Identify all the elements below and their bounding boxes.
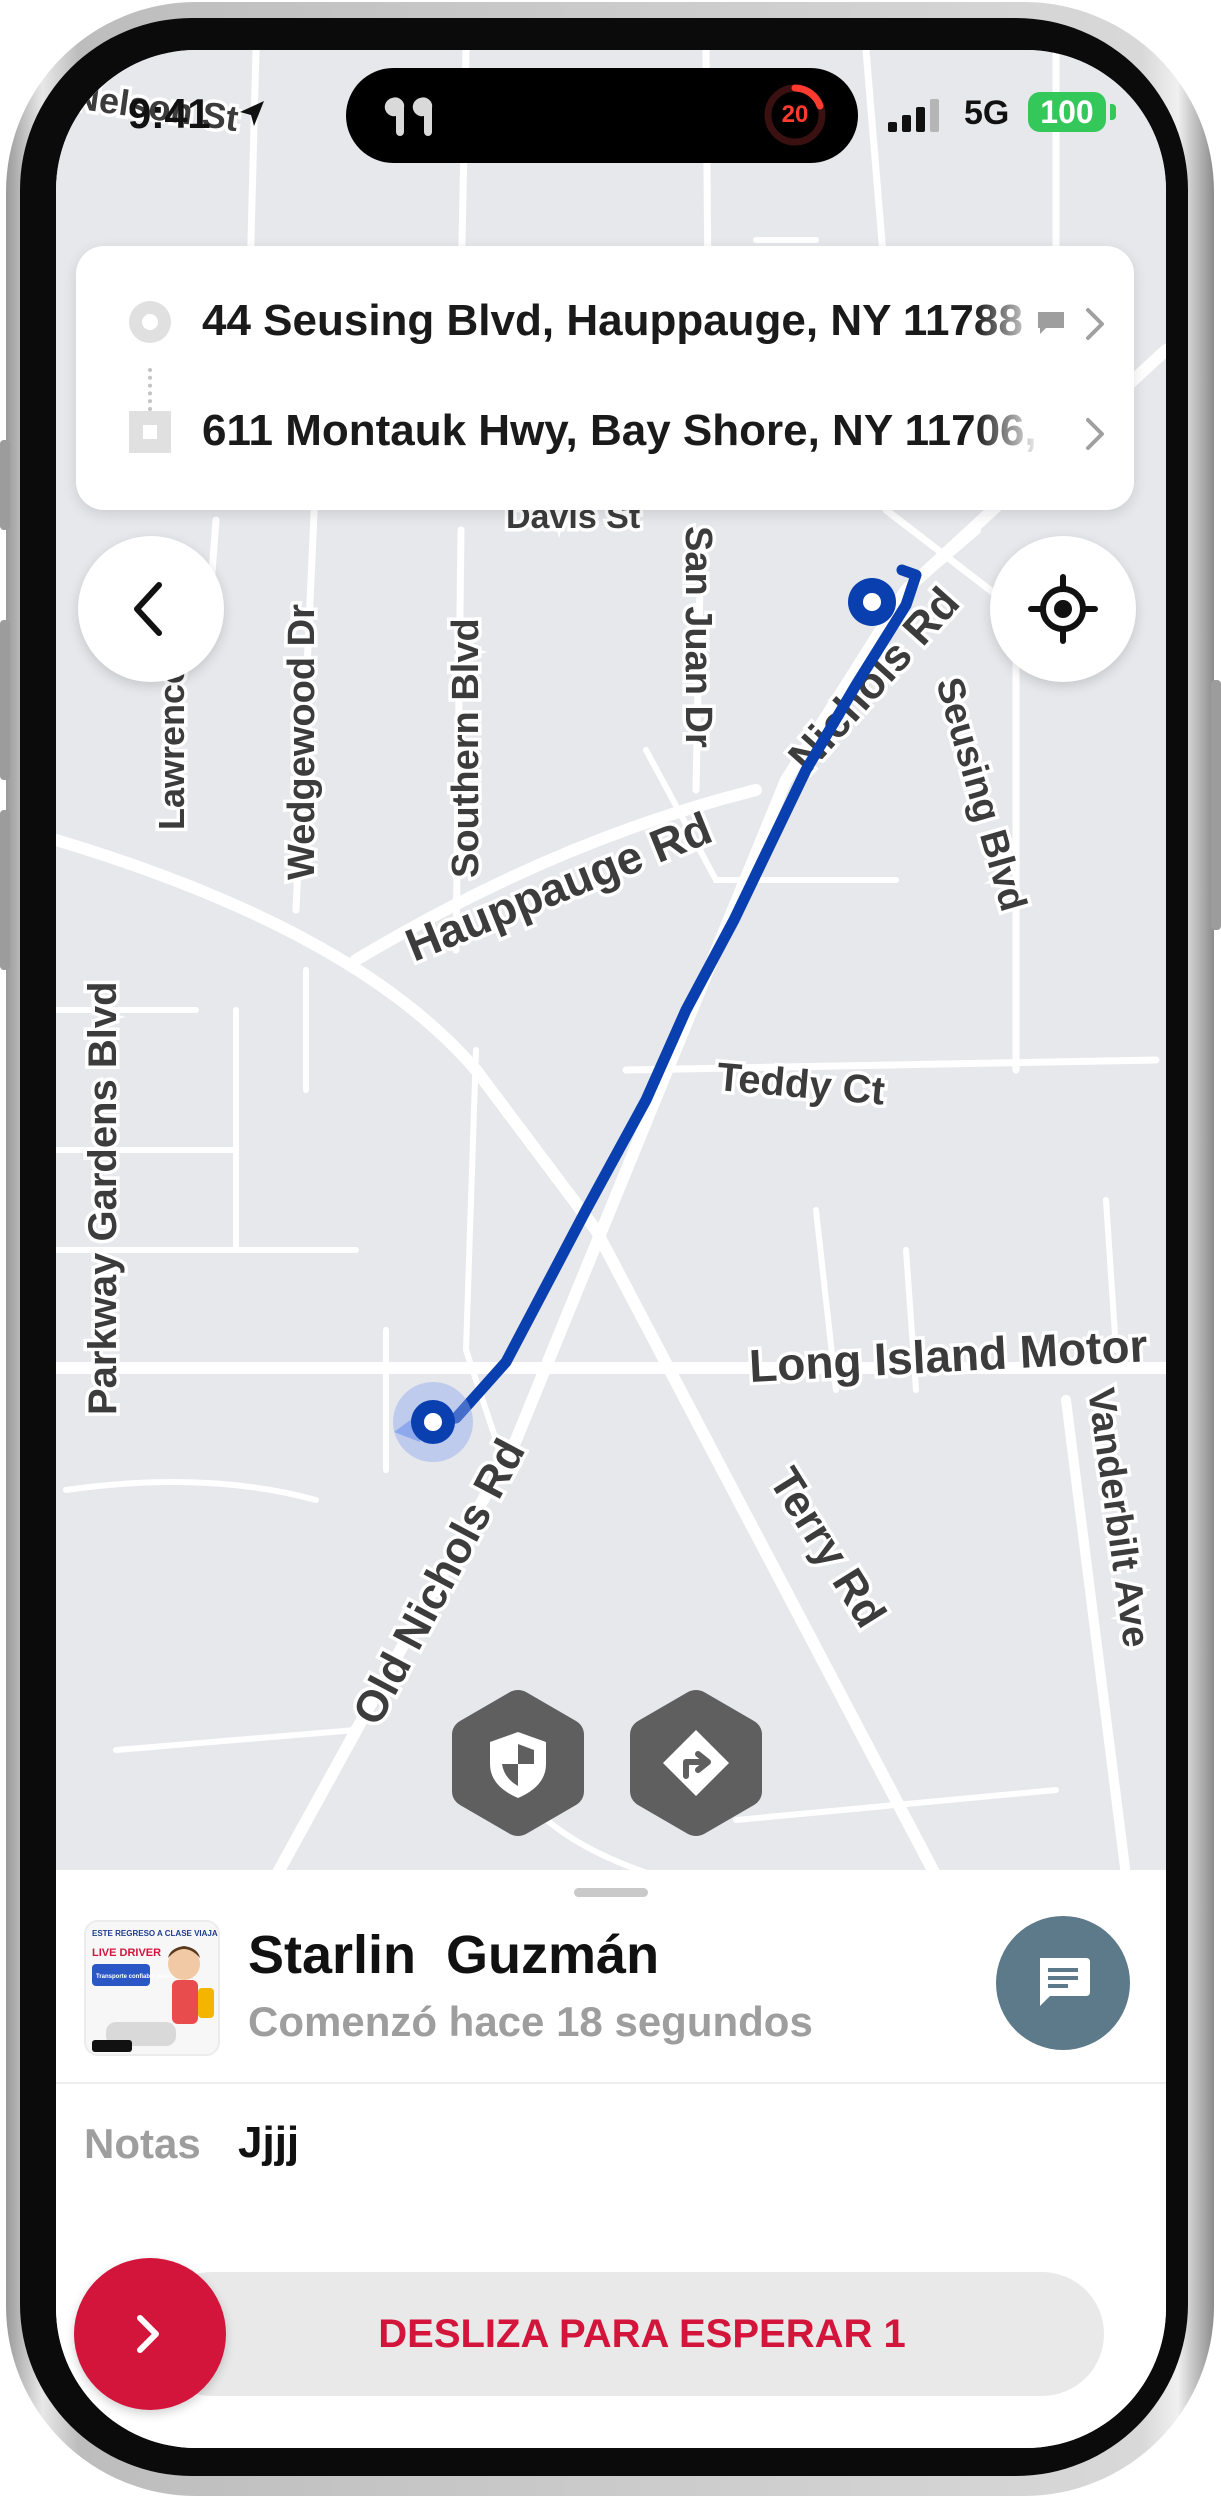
- chevron-right-icon: [137, 2315, 159, 2353]
- note-icon: [1038, 312, 1064, 334]
- slide-to-wait-label: DESLIZA PARA ESPERAR 1: [378, 2312, 906, 2356]
- phone-side-button: [0, 440, 10, 530]
- phone-power-button: [1211, 680, 1221, 930]
- street-label-terry: Terry Rd: [760, 1459, 896, 1636]
- chat-bubble-icon: [1040, 1958, 1090, 2006]
- street-label-parkway: Parkway Gardens Blvd: [81, 981, 125, 1415]
- pickup-pin-center: [863, 593, 881, 611]
- location-arrow-icon: [240, 101, 264, 126]
- screen: Nelson St Davis St Lawrence Wedgewood Dr…: [56, 50, 1166, 2448]
- dynamic-island[interactable]: 20: [346, 68, 858, 163]
- battery-tip: [1110, 104, 1116, 120]
- rider-name: Starlin Guzmán: [248, 1925, 660, 1985]
- avatar-promo-brand: LIVE DRIVER: [92, 1947, 161, 1959]
- status-time: 9:41: [128, 90, 211, 137]
- battery-indicator: 100: [1028, 92, 1106, 132]
- crosshair-icon: [1028, 574, 1098, 644]
- avatar-promo-headline: ESTE REGRESO A CLASE VIAJA CON: [92, 1929, 220, 1938]
- street-label-lawrence: Lawrence: [151, 664, 192, 830]
- activity-ring-value: 20: [781, 101, 809, 128]
- slide-to-wait-handle[interactable]: [74, 2258, 226, 2410]
- chevron-right-icon: [1086, 308, 1104, 340]
- route-line: [425, 564, 922, 1428]
- avatar-promo-image: ESTE REGRESO A CLASE VIAJA CON LIVE DRIV…: [86, 1922, 220, 2054]
- rider-avatar: ESTE REGRESO A CLASE VIAJA CON LIVE DRIV…: [84, 1920, 220, 2056]
- phone-volume-down: [0, 810, 10, 970]
- notes-label: Notas: [84, 2120, 201, 2167]
- airpods-icon: [384, 97, 433, 136]
- chevron-right-icon: [1086, 418, 1104, 450]
- safety-toolkit-button[interactable]: [450, 1688, 586, 1838]
- street-label-wedgewood: Wedgewood Dr: [281, 604, 323, 880]
- origin-circle-icon: [129, 301, 171, 343]
- street-label-lime: Long Island Motor: [748, 1319, 1149, 1392]
- street-label-san-juan: San Juan Dr: [677, 526, 719, 748]
- origin-address: 44 Seusing Blvd, Hauppauge, NY 11788: [202, 296, 1023, 345]
- network-type: 5G: [964, 94, 1010, 132]
- current-location-dot-center: [424, 1413, 442, 1431]
- destination-square-icon: [129, 411, 171, 453]
- trip-bottom-sheet: ESTE REGRESO A CLASE VIAJA CON LIVE DRIV…: [56, 1870, 1166, 2448]
- route-address-card: 44 Seusing Blvd, Hauppauge, NY 11788 611…: [76, 246, 1134, 510]
- recenter-location-button[interactable]: [990, 536, 1136, 682]
- destination-address: 611 Montauk Hwy, Bay Shore, NY 11706, US…: [202, 406, 1042, 455]
- navigation-directions-button[interactable]: [628, 1688, 764, 1838]
- destination-row[interactable]: 611 Montauk Hwy, Bay Shore, NY 11706, US…: [76, 378, 1134, 488]
- hexagon-shape: [452, 1690, 584, 1836]
- sheet-drag-handle[interactable]: [574, 1888, 648, 1897]
- chat-button[interactable]: [996, 1916, 1130, 2050]
- trip-elapsed-status: Comenzó hace 18 segundos: [248, 1998, 813, 2045]
- back-button[interactable]: [78, 536, 224, 682]
- cell-signal-icon: [888, 99, 939, 132]
- notes-value: Jjjj: [238, 2118, 300, 2167]
- phone-volume-up: [0, 620, 10, 780]
- hexagon-shape: [630, 1690, 762, 1836]
- sheet-divider: [56, 2082, 1166, 2084]
- street-label-southern: Southern Blvd: [445, 618, 487, 878]
- origin-row[interactable]: 44 Seusing Blvd, Hauppauge, NY 11788: [76, 268, 1134, 378]
- chevron-left-icon: [134, 582, 162, 636]
